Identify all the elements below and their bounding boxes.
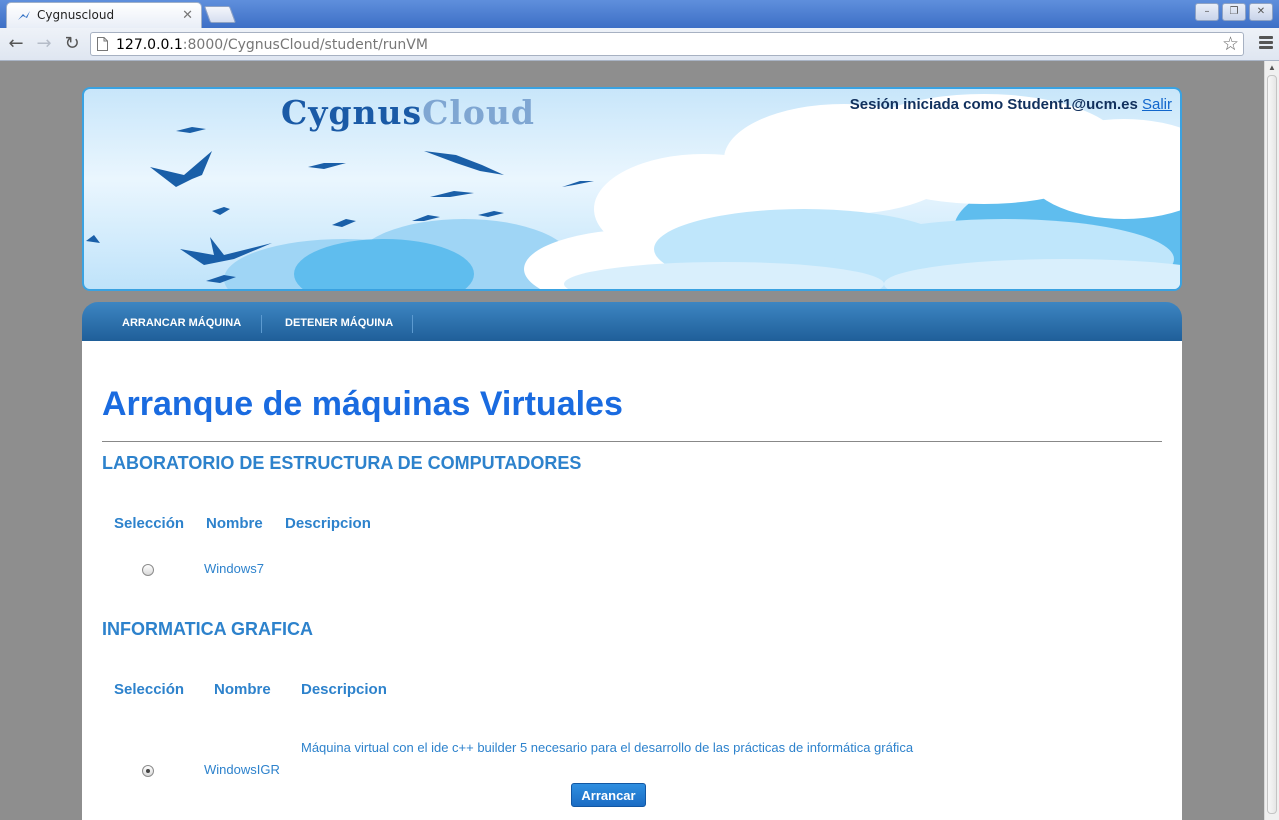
session-text: Sesión iniciada como Student1@ucm.es	[849, 96, 1138, 113]
cygnuscloud-logo: CygnusCloud	[281, 93, 535, 132]
start-vm-button[interactable]: Arrancar	[571, 783, 646, 807]
main-nav: ARRANCAR MÁQUINA DETENER MÁQUINA	[82, 302, 1182, 341]
vm-name: Windows7	[204, 561, 264, 576]
back-arrow-icon[interactable]: ←	[5, 33, 27, 55]
scroll-up-icon[interactable]: ▲	[1268, 63, 1276, 72]
column-header-description: Descripcion	[301, 681, 387, 698]
page-title: Arranque de máquinas Virtuales	[102, 385, 623, 423]
column-header-selection: Selección	[114, 515, 185, 532]
new-tab-button[interactable]	[203, 6, 237, 23]
column-header-selection: Selección	[114, 681, 185, 698]
scrollbar-thumb[interactable]	[1267, 75, 1277, 814]
minimize-button[interactable]: –	[1195, 3, 1219, 21]
header-banner: CygnusCloud Sesión iniciada como Student…	[82, 87, 1182, 291]
browser-tab[interactable]: Cygnuscloud ✕	[6, 2, 202, 28]
scrollbar[interactable]: ▲	[1264, 61, 1279, 820]
vm-select-radio[interactable]	[142, 564, 154, 576]
column-header-description: Descripcion	[285, 515, 371, 532]
page-icon	[97, 37, 108, 51]
column-header-name: Nombre	[206, 515, 263, 532]
nav-separator	[412, 315, 413, 333]
tab-strip: Cygnuscloud ✕ – ❐ ✕	[0, 0, 1279, 28]
address-bar[interactable]: 127.0.0.1:8000/CygnusCloud/student/runVM…	[90, 32, 1244, 56]
main-content: Arranque de máquinas Virtuales LABORATOR…	[82, 341, 1182, 820]
subject-heading: INFORMATICA GRAFICA	[102, 619, 313, 639]
cygnus-favicon-icon	[18, 11, 30, 20]
tab-close-icon[interactable]: ✕	[182, 7, 193, 23]
nav-separator	[261, 315, 262, 333]
nav-stop-vm[interactable]: DETENER MÁQUINA	[285, 317, 393, 329]
restore-button[interactable]: ❐	[1222, 3, 1246, 21]
forward-arrow-icon[interactable]: →	[33, 33, 55, 55]
browser-toolbar: ← → ↻ 127.0.0.1:8000/CygnusCloud/student…	[0, 28, 1279, 61]
nav-start-vm[interactable]: ARRANCAR MÁQUINA	[122, 317, 241, 329]
reload-icon[interactable]: ↻	[61, 33, 83, 55]
menu-icon[interactable]	[1259, 36, 1273, 51]
vm-description: Máquina virtual con el ide c++ builder 5…	[301, 740, 914, 755]
tab-title: Cygnuscloud	[37, 8, 115, 22]
bookmark-star-icon[interactable]: ☆	[1222, 33, 1239, 56]
window-controls: – ❐ ✕	[1195, 3, 1273, 21]
session-info: Sesión iniciada como Student1@ucm.es Sal…	[850, 96, 1172, 113]
close-window-button[interactable]: ✕	[1249, 3, 1273, 21]
column-header-name: Nombre	[214, 681, 271, 698]
logout-link[interactable]: Salir	[1142, 96, 1172, 113]
clouds-and-birds-illustration	[86, 94, 1180, 289]
vm-name: WindowsIGR	[204, 762, 280, 777]
url-text: 127.0.0.1:8000/CygnusCloud/student/runVM	[116, 37, 428, 53]
subject-heading: LABORATORIO DE ESTRUCTURA DE COMPUTADORE…	[102, 453, 582, 473]
title-divider	[102, 441, 1162, 442]
vm-select-radio[interactable]	[142, 765, 154, 777]
